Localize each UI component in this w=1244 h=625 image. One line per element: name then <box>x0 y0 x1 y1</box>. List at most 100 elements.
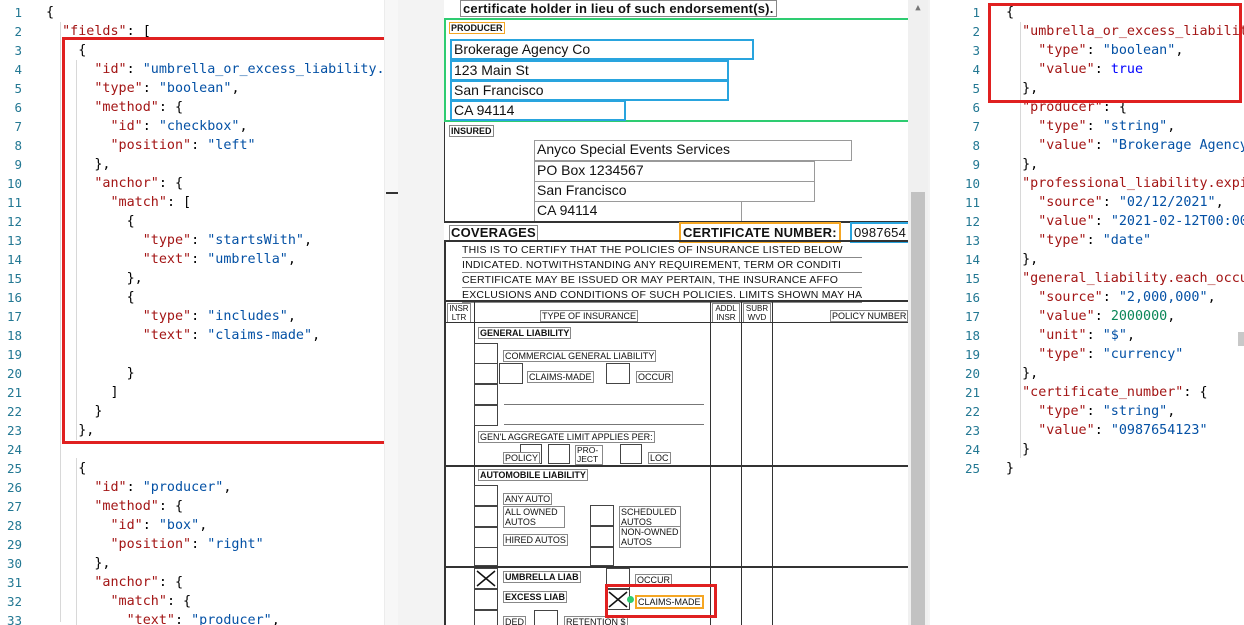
code-line[interactable]: "text": "claims-made", <box>46 326 398 345</box>
code-token: , <box>271 613 280 625</box>
right-json-output[interactable]: 1 2 3 4 5 6 7 8 9 10 11 12 13 14 15 16 17 18 19 20 21 22 23 24 2… <box>930 0 1244 625</box>
code-token: : [ <box>166 195 192 210</box>
code-line[interactable]: "value": "Brokerage Agency <box>1006 136 1244 155</box>
code-token: "type" <box>1038 404 1087 419</box>
code-line[interactable]: "id": "producer", <box>46 478 398 497</box>
code-line[interactable]: { <box>46 41 398 60</box>
pdf-scrollbar[interactable]: ▲ <box>908 0 928 625</box>
pdf-scroll-thumb[interactable] <box>911 192 925 625</box>
code-line[interactable]: "value": "2021-02-12T00:00: <box>1006 212 1244 231</box>
code-line[interactable]: "position": "right" <box>46 535 398 554</box>
code-line[interactable]: "type": "string", <box>1006 117 1244 136</box>
code-line[interactable]: "id": "box", <box>46 516 398 535</box>
pdf-preview-pane[interactable]: certificate holder in lieu of such endor… <box>398 0 930 625</box>
code-token: "includes" <box>207 309 288 324</box>
code-line[interactable]: "type": "currency" <box>1006 345 1244 364</box>
line-number: 6 <box>14 100 22 115</box>
code-line[interactable]: "anchor": { <box>46 174 398 193</box>
code-token: "type" <box>142 233 192 248</box>
code-line[interactable]: }, <box>1006 155 1244 174</box>
line-number: 4 <box>972 62 980 77</box>
code-line[interactable]: "producer": { <box>1006 98 1244 117</box>
disclaimer-text: THIS IS TO CERTIFY THAT THE POLICIES OF … <box>462 243 863 303</box>
code-line[interactable]: "type": "string", <box>1006 402 1244 421</box>
code-line[interactable]: }, <box>46 554 398 573</box>
code-line[interactable]: "type": "startsWith", <box>46 231 398 250</box>
line-number: 5 <box>14 81 22 96</box>
code-line[interactable]: "general_liability.each_occur <box>1006 269 1244 288</box>
code-token: "method" <box>94 100 159 115</box>
code-line[interactable]: "value": 2000000, <box>1006 307 1244 326</box>
code-line[interactable]: "type": "includes", <box>46 307 398 326</box>
code-line[interactable]: "type": "boolean", <box>46 79 398 98</box>
code-line[interactable]: "method": { <box>46 98 398 117</box>
code-line[interactable]: "text": "umbrella", <box>46 250 398 269</box>
code-line[interactable] <box>46 345 398 364</box>
code-token: , <box>304 233 313 248</box>
line-number: 2 <box>14 24 22 39</box>
code-token: "$" <box>1102 328 1127 343</box>
col-subr-wvd: SUBR WVD <box>743 303 771 323</box>
code-line[interactable]: "unit": "$", <box>1006 326 1244 345</box>
code-line[interactable]: } <box>1006 440 1244 459</box>
left-code[interactable]: { "fields": [ { "id": "umbrella_or_exces… <box>46 3 398 625</box>
right-code[interactable]: { "umbrella_or_excess_liabilit "type": "… <box>1006 3 1244 478</box>
code-line[interactable] <box>46 440 398 459</box>
code-line[interactable]: "value": "0987654123" <box>1006 421 1244 440</box>
code-token: "professional_liability.expir <box>1022 176 1244 191</box>
code-line[interactable]: "position": "left" <box>46 136 398 155</box>
code-line[interactable]: "type": "boolean", <box>1006 41 1244 60</box>
code-line[interactable]: { <box>46 3 398 22</box>
code-line[interactable]: }, <box>1006 364 1244 383</box>
code-line[interactable]: "value": true <box>1006 60 1244 79</box>
project-checkbox <box>548 444 570 464</box>
code-line[interactable]: { <box>46 288 398 307</box>
code-line[interactable]: "match": [ <box>46 193 398 212</box>
code-token: "02/12/2021" <box>1118 195 1216 210</box>
insured-line-2: PO Box 1234567 <box>534 161 815 182</box>
right-scroll-thumb[interactable] <box>1238 332 1244 346</box>
code-line[interactable]: "certificate_number": { <box>1006 383 1244 402</box>
code-line[interactable]: "text": "producer", <box>46 611 398 625</box>
code-line[interactable]: "id": "checkbox", <box>46 117 398 136</box>
code-line[interactable]: } <box>1006 459 1244 478</box>
code-line[interactable]: } <box>46 402 398 421</box>
code-line[interactable]: { <box>46 459 398 478</box>
code-line[interactable]: "source": "02/12/2021", <box>1006 193 1244 212</box>
code-line[interactable]: }, <box>1006 79 1244 98</box>
code-token: : <box>191 138 208 153</box>
code-token: } <box>46 366 135 381</box>
code-line[interactable]: "method": { <box>46 497 398 516</box>
code-line[interactable]: "type": "date" <box>1006 231 1244 250</box>
insured-label: INSURED <box>449 125 494 137</box>
code-line[interactable]: ] <box>46 383 398 402</box>
code-line[interactable]: { <box>46 212 398 231</box>
code-line[interactable]: } <box>46 364 398 383</box>
code-line[interactable]: "id": "umbrella_or_excess_liability.clai <box>46 60 398 79</box>
code-line[interactable]: "source": "2,000,000", <box>1006 288 1244 307</box>
code-line[interactable]: "anchor": { <box>46 573 398 592</box>
code-line[interactable]: "match": { <box>46 592 398 611</box>
code-line[interactable]: "fields": [ <box>46 22 398 41</box>
code-line[interactable]: { <box>1006 3 1244 22</box>
code-line[interactable]: "umbrella_or_excess_liabilit <box>1006 22 1244 41</box>
code-line[interactable]: }, <box>1006 250 1244 269</box>
code-token: 2000000 <box>1110 309 1168 324</box>
code-token: : <box>191 328 208 343</box>
ded-label: DED <box>503 616 527 625</box>
scroll-up-icon[interactable]: ▲ <box>908 0 928 16</box>
code-line[interactable]: }, <box>46 421 398 440</box>
col-insr-ltr: INSR LTR <box>447 303 471 323</box>
left-json-editor[interactable]: 1 2 3 4 5 6 7 8 9 10 11 12 13 14 15 16 17 18 19 20 21 22 23 24 2… <box>0 0 398 625</box>
left-scrollbar[interactable] <box>384 0 398 625</box>
code-line[interactable]: "professional_liability.expir <box>1006 174 1244 193</box>
code-line[interactable]: }, <box>46 155 398 174</box>
code-token: : <box>1094 138 1111 153</box>
code-line[interactable]: }, <box>46 269 398 288</box>
